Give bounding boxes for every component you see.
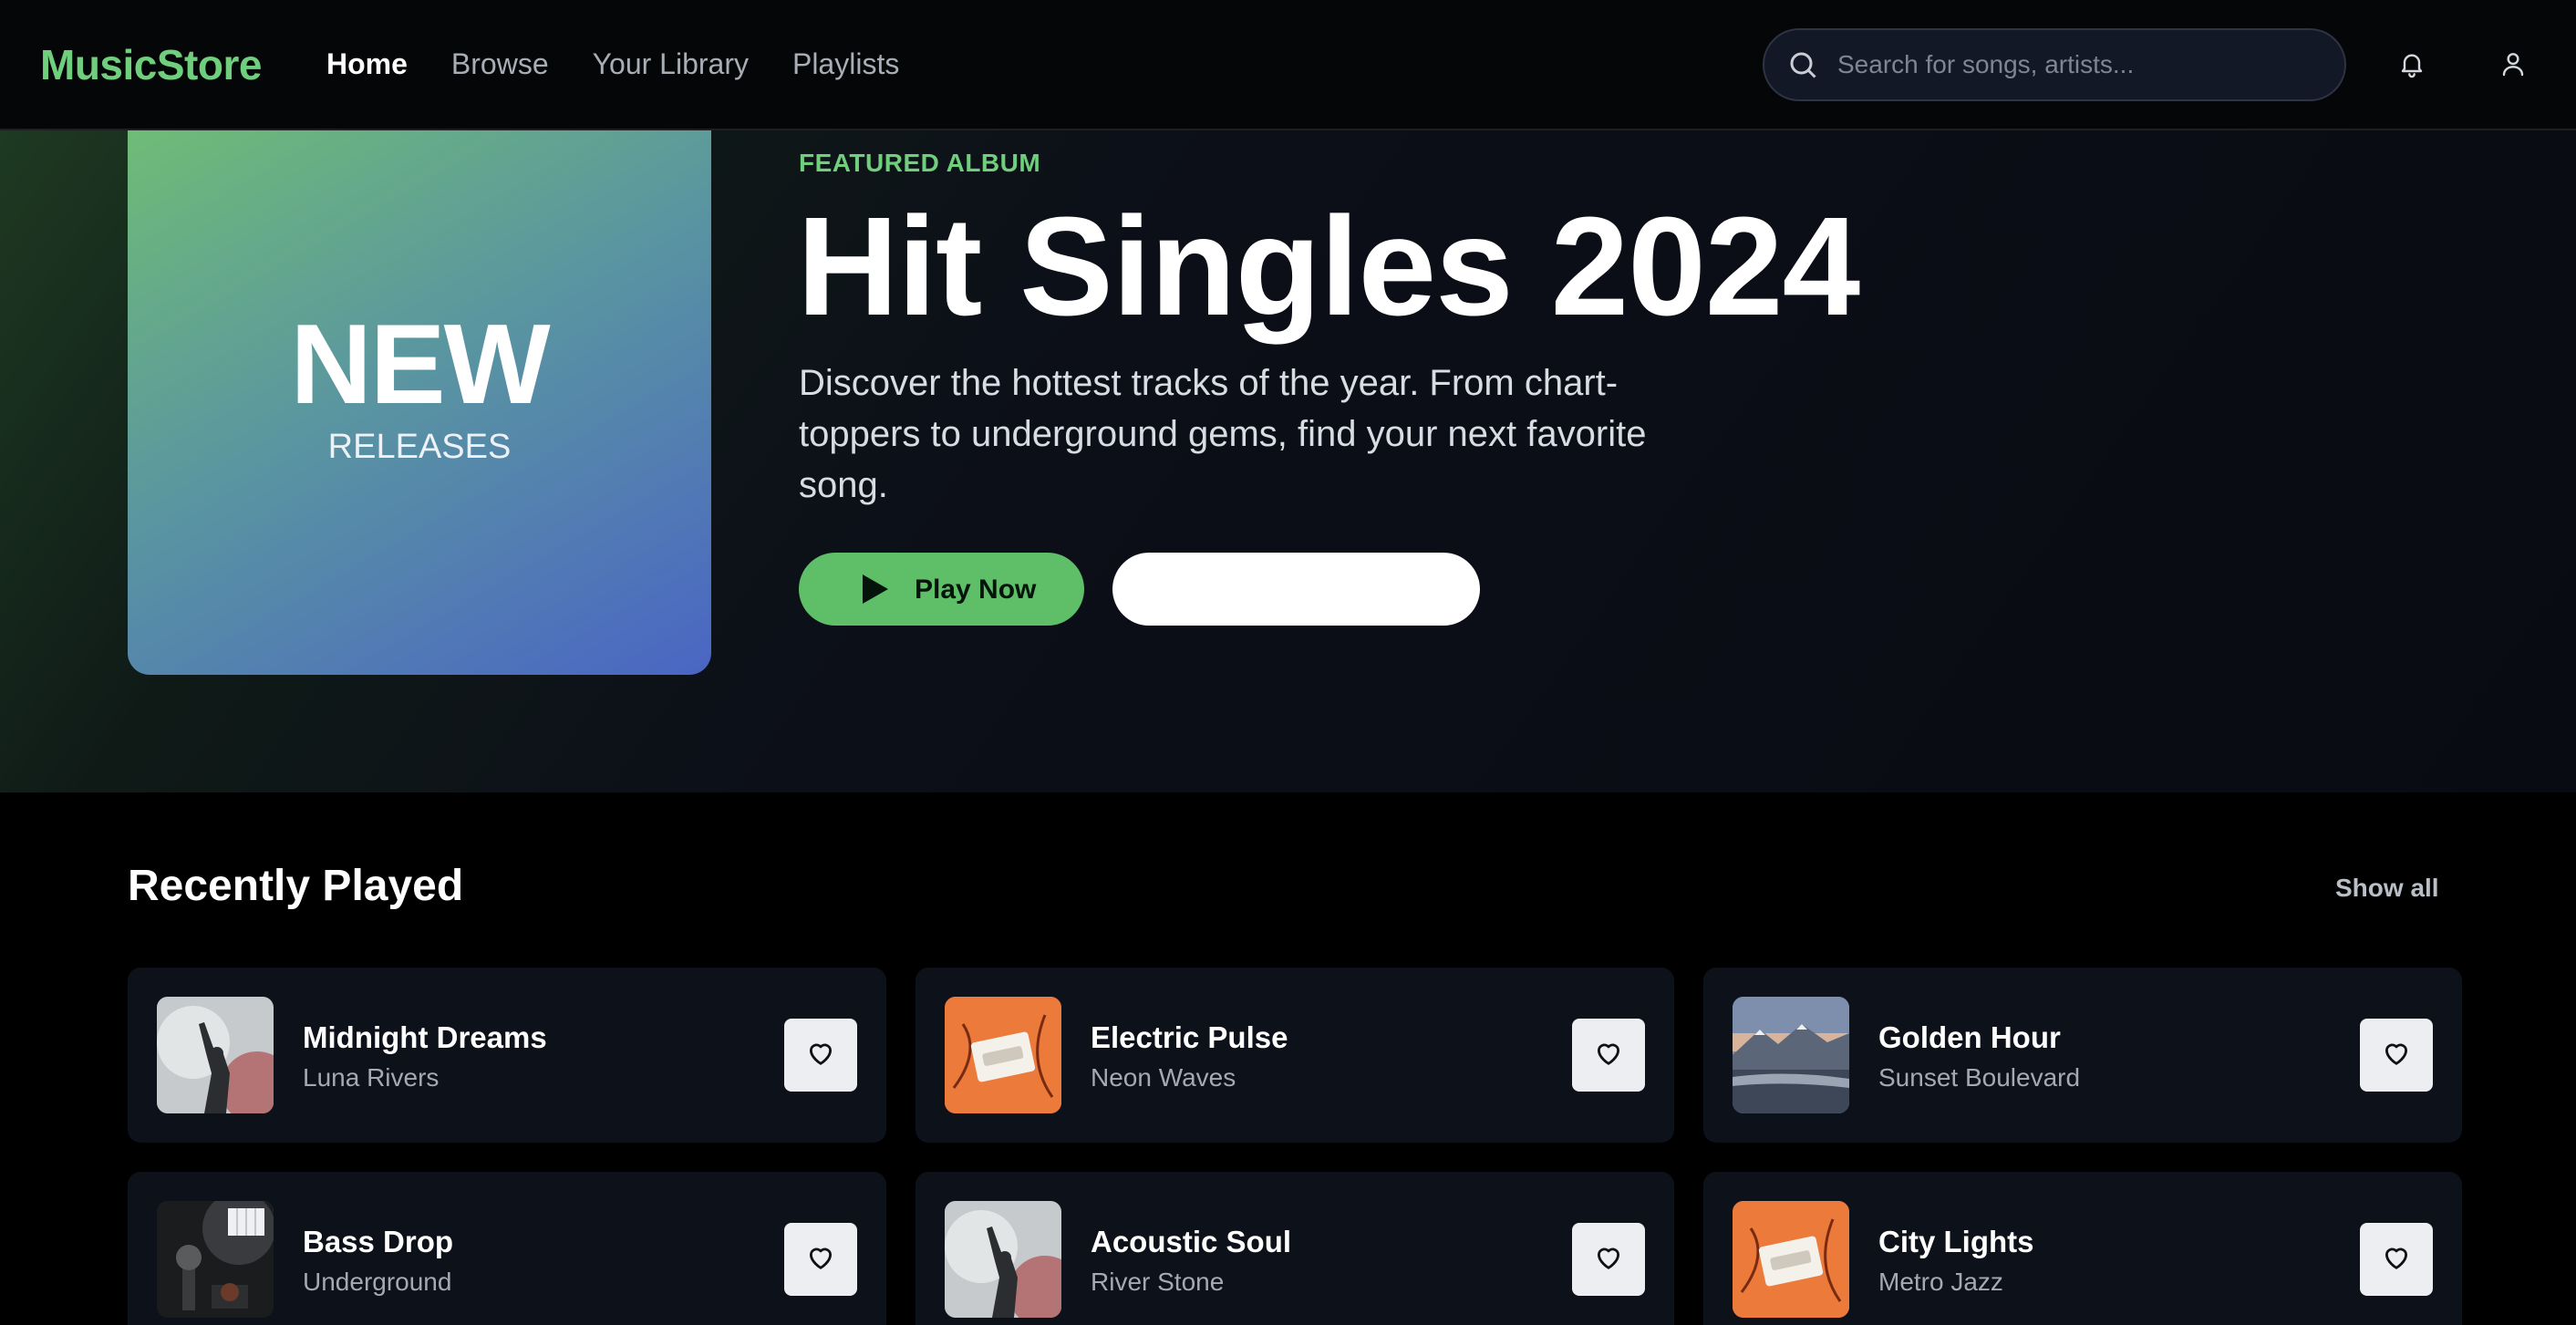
track-title[interactable]: Bass Drop <box>303 1225 453 1259</box>
show-all-link[interactable]: Show all <box>2335 874 2439 903</box>
heart-icon <box>2381 1038 2412 1073</box>
play-now-button[interactable]: Play Now <box>799 553 1084 626</box>
track-card[interactable]: City Lights Metro Jazz <box>1703 1172 2462 1325</box>
track-card[interactable]: Acoustic Soul River Stone <box>916 1172 1674 1325</box>
search-input[interactable] <box>1837 30 2330 99</box>
heart-icon <box>805 1038 836 1073</box>
profile-button[interactable] <box>2495 46 2531 82</box>
nav-links: Home Browse Your Library Playlists <box>326 47 899 81</box>
like-button[interactable] <box>2360 1223 2433 1296</box>
track-artist[interactable]: Luna Rivers <box>303 1063 439 1092</box>
featured-label: FEATURED ALBUM <box>799 149 1041 177</box>
secondary-button[interactable] <box>1112 553 1480 626</box>
heart-icon <box>2381 1242 2412 1278</box>
track-title[interactable]: City Lights <box>1878 1225 2034 1259</box>
track-title[interactable]: Midnight Dreams <box>303 1020 547 1055</box>
section-title: Recently Played <box>128 862 464 910</box>
track-artist[interactable]: River Stone <box>1091 1268 1224 1297</box>
nav-link-library[interactable]: Your Library <box>593 47 749 81</box>
play-now-label: Play Now <box>915 575 1037 605</box>
track-thumbnail[interactable] <box>157 997 274 1113</box>
like-button[interactable] <box>1572 1223 1645 1296</box>
heart-icon <box>1593 1242 1624 1278</box>
track-card[interactable]: Bass Drop Underground <box>128 1172 886 1325</box>
track-thumbnail[interactable] <box>1733 1201 1849 1318</box>
track-artist[interactable]: Neon Waves <box>1091 1063 1236 1092</box>
track-thumbnail[interactable] <box>945 997 1061 1113</box>
like-button[interactable] <box>784 1019 857 1092</box>
album-art-headline: NEW <box>290 302 550 428</box>
bell-icon <box>2401 54 2423 78</box>
like-button[interactable] <box>2360 1019 2433 1092</box>
nav-link-browse[interactable]: Browse <box>451 47 549 81</box>
like-button[interactable] <box>1572 1019 1645 1092</box>
track-thumbnail[interactable] <box>157 1201 274 1318</box>
album-art-subline: RELEASES <box>327 428 512 466</box>
track-title[interactable]: Golden Hour <box>1878 1020 2061 1055</box>
album-art[interactable]: NEW RELEASES <box>128 130 711 675</box>
track-title[interactable]: Electric Pulse <box>1091 1020 1288 1055</box>
track-card[interactable]: Electric Pulse Neon Waves <box>916 968 1674 1143</box>
track-thumbnail[interactable] <box>1733 997 1849 1113</box>
search-bar[interactable] <box>1763 28 2346 101</box>
search-icon <box>1790 52 1816 78</box>
nav-link-home[interactable]: Home <box>326 47 408 81</box>
nav-link-playlists[interactable]: Playlists <box>792 47 899 81</box>
track-title[interactable]: Acoustic Soul <box>1091 1225 1291 1259</box>
like-button[interactable] <box>784 1223 857 1296</box>
track-artist[interactable]: Metro Jazz <box>1878 1268 2003 1297</box>
heart-icon <box>805 1242 836 1278</box>
track-artist[interactable]: Sunset Boulevard <box>1878 1063 2080 1092</box>
track-artist[interactable]: Underground <box>303 1268 451 1297</box>
logo[interactable]: MusicStore <box>40 40 262 89</box>
track-card[interactable]: Golden Hour Sunset Boulevard <box>1703 968 2462 1143</box>
hero-title: Hit Singles 2024 <box>797 188 1860 345</box>
top-nav: MusicStore Home Browse Your Library Play… <box>0 0 2576 130</box>
notifications-button[interactable] <box>2394 46 2430 82</box>
play-icon <box>863 575 888 604</box>
track-thumbnail[interactable] <box>945 1201 1061 1318</box>
track-card[interactable]: Midnight Dreams Luna Rivers <box>128 968 886 1143</box>
heart-icon <box>1593 1038 1624 1073</box>
hero-description: Discover the hottest tracks of the year.… <box>799 363 1647 505</box>
user-icon <box>2502 53 2524 77</box>
